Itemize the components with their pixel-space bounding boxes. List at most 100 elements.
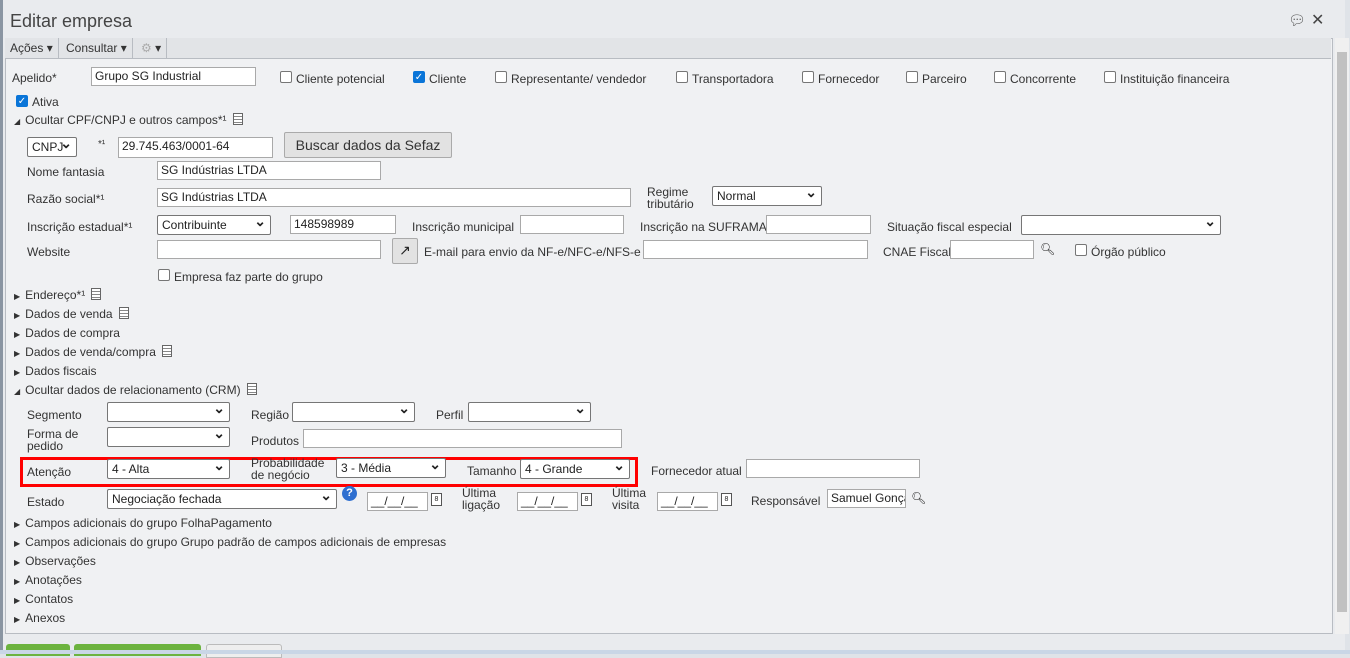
segmento-select[interactable]: [107, 402, 230, 422]
scrollbar-thumb[interactable]: [1337, 52, 1347, 612]
ativa-label: Ativa: [32, 95, 59, 109]
section-toggle[interactable]: ▶ Dados fiscais: [14, 364, 97, 378]
checkbox-label: Concorrente: [1010, 72, 1077, 86]
ult-vis-2: visita: [612, 498, 640, 512]
estado-select[interactable]: Negociação fechada: [107, 489, 337, 509]
section-toggle[interactable]: ▶ Observações: [14, 554, 96, 568]
section-title: Anotações: [25, 573, 82, 587]
probabilidade-select[interactable]: 3 - Média: [336, 458, 446, 478]
razao-social-input[interactable]: SG Indústrias LTDA: [157, 188, 631, 207]
section-toggle[interactable]: ▶ Campos adicionais do grupo Grupo padrão…: [14, 535, 446, 549]
search-icon[interactable]: 🔍︎: [1040, 242, 1055, 256]
ativa-checkbox[interactable]: ✓: [16, 95, 28, 107]
section-toggle[interactable]: ▶ Dados de venda: [14, 307, 129, 321]
grupo-checkbox[interactable]: [158, 269, 170, 281]
segmento-label: Segmento: [27, 408, 82, 422]
section-toggle[interactable]: ▶ Campos adicionais do grupo FolhaPagamen…: [14, 516, 272, 530]
cnae-input[interactable]: [950, 240, 1034, 259]
search-icon[interactable]: 🔍︎: [911, 491, 926, 505]
ultima-ligacao-input[interactable]: __/__/__: [517, 492, 578, 511]
ie-input[interactable]: 148598989: [290, 215, 396, 234]
checkbox-0[interactable]: [280, 71, 292, 83]
apelido-input[interactable]: Grupo SG Industrial: [91, 67, 256, 86]
ie-type-select[interactable]: Contribuinte: [157, 215, 271, 235]
checkbox-label: Instituição financeira: [1120, 72, 1230, 86]
regime-label-2: tributário: [647, 197, 694, 211]
im-input[interactable]: [520, 215, 624, 234]
section-toggle[interactable]: ▶ Anotações: [14, 573, 82, 587]
checkbox-label: Representante/ vendedor: [511, 72, 647, 86]
section-toggle[interactable]: ▶ Anexos: [14, 611, 65, 625]
calendar-icon[interactable]: 8: [431, 493, 442, 506]
ultima-ligacao-label: Última ligação: [462, 487, 500, 511]
section-toggle[interactable]: ▶ Dados de compra: [14, 326, 120, 340]
external-link-icon: ↗: [399, 242, 411, 258]
suframa-input[interactable]: [766, 215, 871, 234]
section-doc-toggle[interactable]: ◢ Ocultar CPF/CNPJ e outros campos*¹: [14, 113, 243, 127]
open-link-button[interactable]: ↗: [392, 238, 418, 264]
regiao-label: Região: [251, 408, 290, 422]
section-crm-toggle[interactable]: ◢ Ocultar dados de relacionamento (CRM): [14, 383, 257, 397]
section-toggle[interactable]: ▶ Endereço*¹: [14, 288, 102, 302]
atencao-select[interactable]: 4 - Alta: [107, 459, 230, 479]
im-label: Inscrição municipal: [412, 220, 515, 234]
tamanho-select[interactable]: 4 - Grande: [520, 459, 630, 479]
checkbox-label: Fornecedor: [818, 72, 880, 86]
calendar-icon[interactable]: 8: [581, 493, 592, 506]
fornecedor-input[interactable]: [746, 459, 920, 478]
section-title: Dados de compra: [25, 326, 120, 340]
nome-fantasia-input[interactable]: SG Indústrias LTDA: [157, 161, 381, 180]
gear-menu[interactable]: ⚙ ▾: [136, 38, 168, 58]
produtos-input[interactable]: [303, 429, 622, 448]
situacao-select[interactable]: [1021, 215, 1221, 235]
apelido-label: Apelido*: [12, 71, 57, 85]
checkbox-4[interactable]: [802, 71, 814, 83]
checkbox-2[interactable]: [495, 71, 507, 83]
doc-type-select[interactable]: CNPJ: [27, 137, 77, 157]
regime-select[interactable]: Normal: [712, 186, 822, 206]
gear-icon: ⚙: [141, 41, 152, 55]
acoes-label: Ações: [10, 41, 44, 55]
comment-icon[interactable]: 💬︎: [1288, 12, 1306, 29]
checkbox-3[interactable]: [676, 71, 688, 83]
estado-date-input[interactable]: __/__/__: [367, 492, 428, 511]
section-toggle[interactable]: ▶ Contatos: [14, 592, 73, 606]
scrollbar[interactable]: [1335, 38, 1349, 634]
cnpj-input[interactable]: 29.745.463/0001-64: [118, 137, 273, 158]
close-icon[interactable]: ✕: [1311, 10, 1324, 30]
razao-social-label: Razão social*¹: [27, 192, 105, 206]
notes-icon: [246, 383, 257, 395]
required-mark: *¹: [98, 139, 106, 150]
section-toggle[interactable]: ▶ Dados de venda/compra: [14, 345, 172, 359]
checkbox-1[interactable]: ✓: [413, 71, 425, 83]
buscar-sefaz-button[interactable]: Buscar dados da Sefaz: [284, 132, 452, 158]
acoes-menu[interactable]: Ações ▾: [5, 38, 59, 58]
checkbox-5[interactable]: [906, 71, 918, 83]
section-title: Contatos: [25, 592, 74, 606]
consultar-menu[interactable]: Consultar ▾: [61, 38, 133, 58]
cnae-label: CNAE Fiscal: [883, 245, 952, 259]
section-title: Observações: [25, 554, 96, 568]
website-input[interactable]: [157, 240, 381, 259]
responsavel-input[interactable]: Samuel Gonçalves: [827, 489, 906, 508]
checkbox-7[interactable]: [1104, 71, 1116, 83]
email-nfe-input[interactable]: [643, 240, 868, 259]
perfil-select[interactable]: [468, 402, 591, 422]
help-icon[interactable]: ?: [342, 486, 357, 501]
ult-lig-2: ligação: [462, 498, 501, 512]
checkbox-6[interactable]: [994, 71, 1006, 83]
orgao-publico-label: Órgão público: [1091, 245, 1166, 259]
atencao-label: Atenção: [27, 465, 72, 479]
toolbar: Ações ▾ Consultar ▾ ⚙ ▾: [5, 38, 1331, 59]
orgao-publico-checkbox[interactable]: [1075, 244, 1087, 256]
checkbox-label: Cliente: [429, 72, 467, 86]
ultima-visita-input[interactable]: __/__/__: [657, 492, 718, 511]
section-title: Dados de venda/compra: [25, 345, 156, 359]
tamanho-label: Tamanho: [467, 464, 517, 478]
forma-pedido-select[interactable]: [107, 427, 230, 447]
regiao-select[interactable]: [292, 402, 415, 422]
regime-label: Regime tributário: [647, 186, 694, 210]
notes-icon: [161, 345, 172, 357]
ie-label: Inscrição estadual*¹: [27, 220, 133, 234]
calendar-icon[interactable]: 8: [721, 493, 732, 506]
